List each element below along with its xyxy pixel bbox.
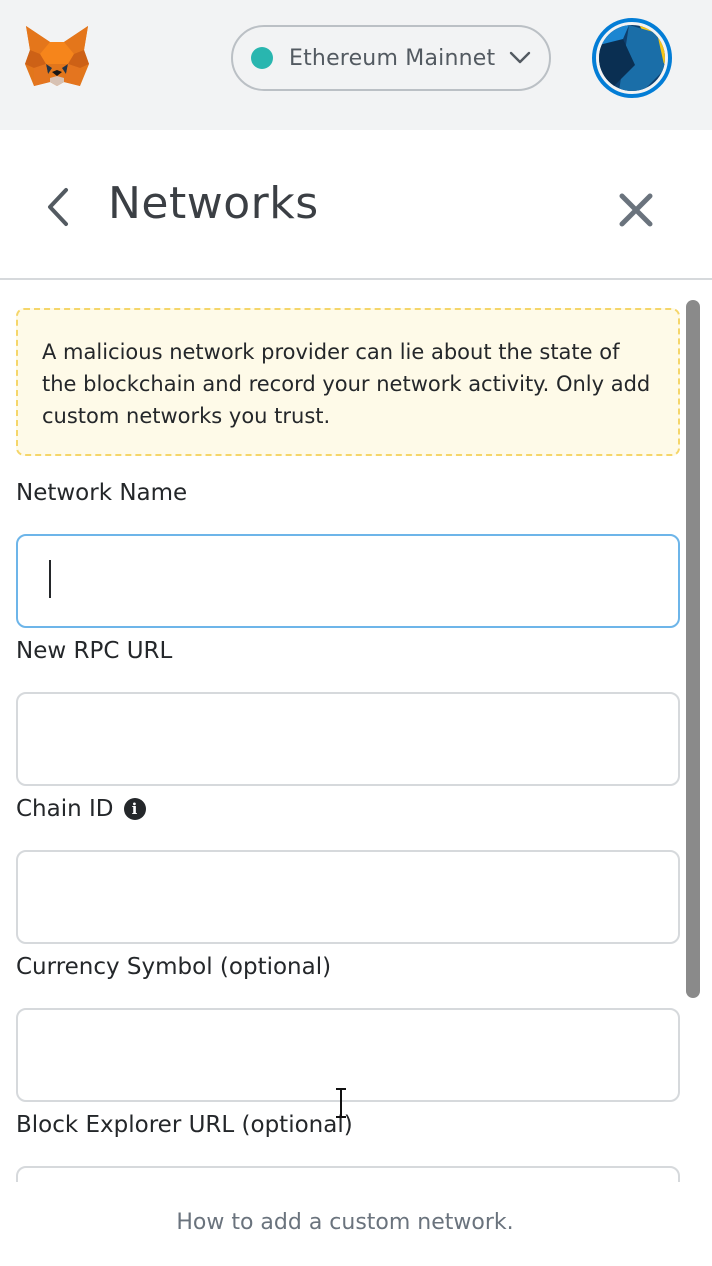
network-name-label: Network Name (16, 480, 188, 506)
currency-symbol-input[interactable] (16, 1008, 680, 1102)
network-name: Ethereum Mainnet (289, 45, 496, 71)
account-avatar[interactable] (592, 18, 672, 98)
close-icon (619, 193, 653, 227)
page-title: Networks (108, 178, 319, 229)
metamask-fox-logo[interactable] (22, 24, 92, 90)
block-explorer-input[interactable] (16, 1166, 680, 1182)
custom-network-help-link[interactable]: How to add a custom network. (0, 1210, 690, 1235)
app-header: Ethereum Mainnet (0, 0, 712, 130)
network-status-dot (251, 47, 273, 69)
chain-id-label: Chain ID (16, 796, 114, 822)
chevron-left-icon (48, 188, 68, 226)
scrollbar-thumb[interactable] (686, 300, 700, 998)
add-network-form: A malicious network provider can lie abo… (0, 280, 712, 1182)
info-icon[interactable]: i (123, 798, 146, 820)
avatar-identicon-icon (599, 25, 665, 91)
security-warning: A malicious network provider can lie abo… (16, 308, 680, 456)
extension-window: Ethereum Mainnet Networks A malicious ne… (0, 0, 712, 1266)
page-header: Networks (0, 130, 712, 280)
block-explorer-label: Block Explorer URL (optional) (16, 1112, 353, 1138)
footer: How to add a custom network. (0, 1182, 712, 1266)
chain-id-input[interactable] (16, 850, 680, 944)
rpc-url-label: New RPC URL (16, 638, 173, 664)
back-button[interactable] (38, 182, 78, 232)
text-caret (49, 560, 51, 598)
network-selector[interactable]: Ethereum Mainnet (231, 25, 551, 91)
fox-logo-icon (25, 26, 89, 86)
rpc-url-input[interactable] (16, 692, 680, 786)
scrollbar[interactable] (686, 300, 700, 1182)
close-button[interactable] (614, 188, 658, 232)
currency-symbol-label: Currency Symbol (optional) (16, 954, 332, 980)
network-name-input[interactable] (16, 534, 680, 628)
chevron-down-icon (510, 51, 531, 64)
chain-id-label-row: Chain ID i (16, 796, 146, 822)
